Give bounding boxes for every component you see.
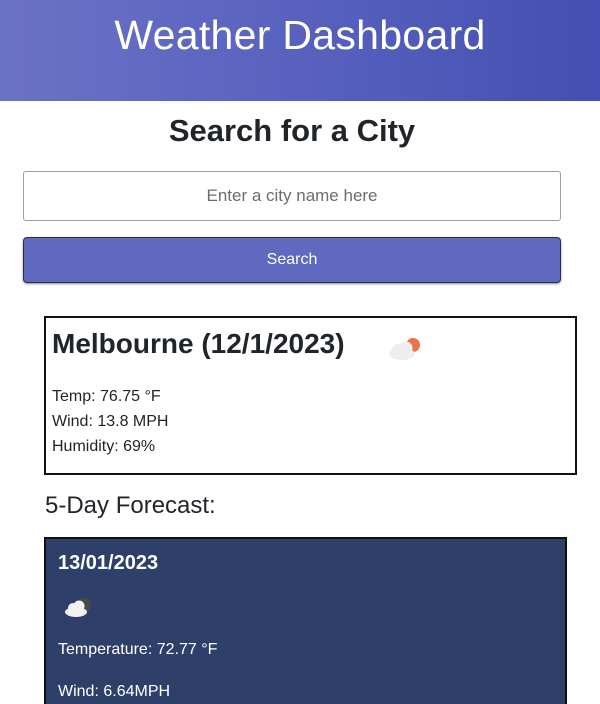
partly-cloudy-sun-icon [389,338,420,360]
cloud-icon [65,598,91,617]
app-title: Weather Dashboard [114,12,486,58]
current-humidity: Humidity: 69% [52,438,156,455]
forecast-heading: 5-Day Forecast: [45,492,216,519]
current-weather-card: Melbourne (12/1/2023) Temp: 76.75 °F Win… [44,316,577,475]
forecast-wind: Wind: 6.64MPH [58,683,171,700]
current-city-title: Melbourne (12/1/2023) [52,328,345,359]
search-button[interactable]: Search [23,237,561,283]
forecast-card: 13/01/2023 Temperature: 72.77 °F Wind: 6… [44,537,567,704]
app-header: Weather Dashboard [0,0,600,101]
current-temp: Temp: 76.75 °F [52,388,161,405]
forecast-date: 13/01/2023 [58,552,159,574]
search-title: Search for a City [168,113,416,148]
city-search-input[interactable] [23,171,561,221]
current-wind: Wind: 13.8 MPH [52,413,169,430]
forecast-temperature: Temperature: 72.77 °F [58,641,218,658]
